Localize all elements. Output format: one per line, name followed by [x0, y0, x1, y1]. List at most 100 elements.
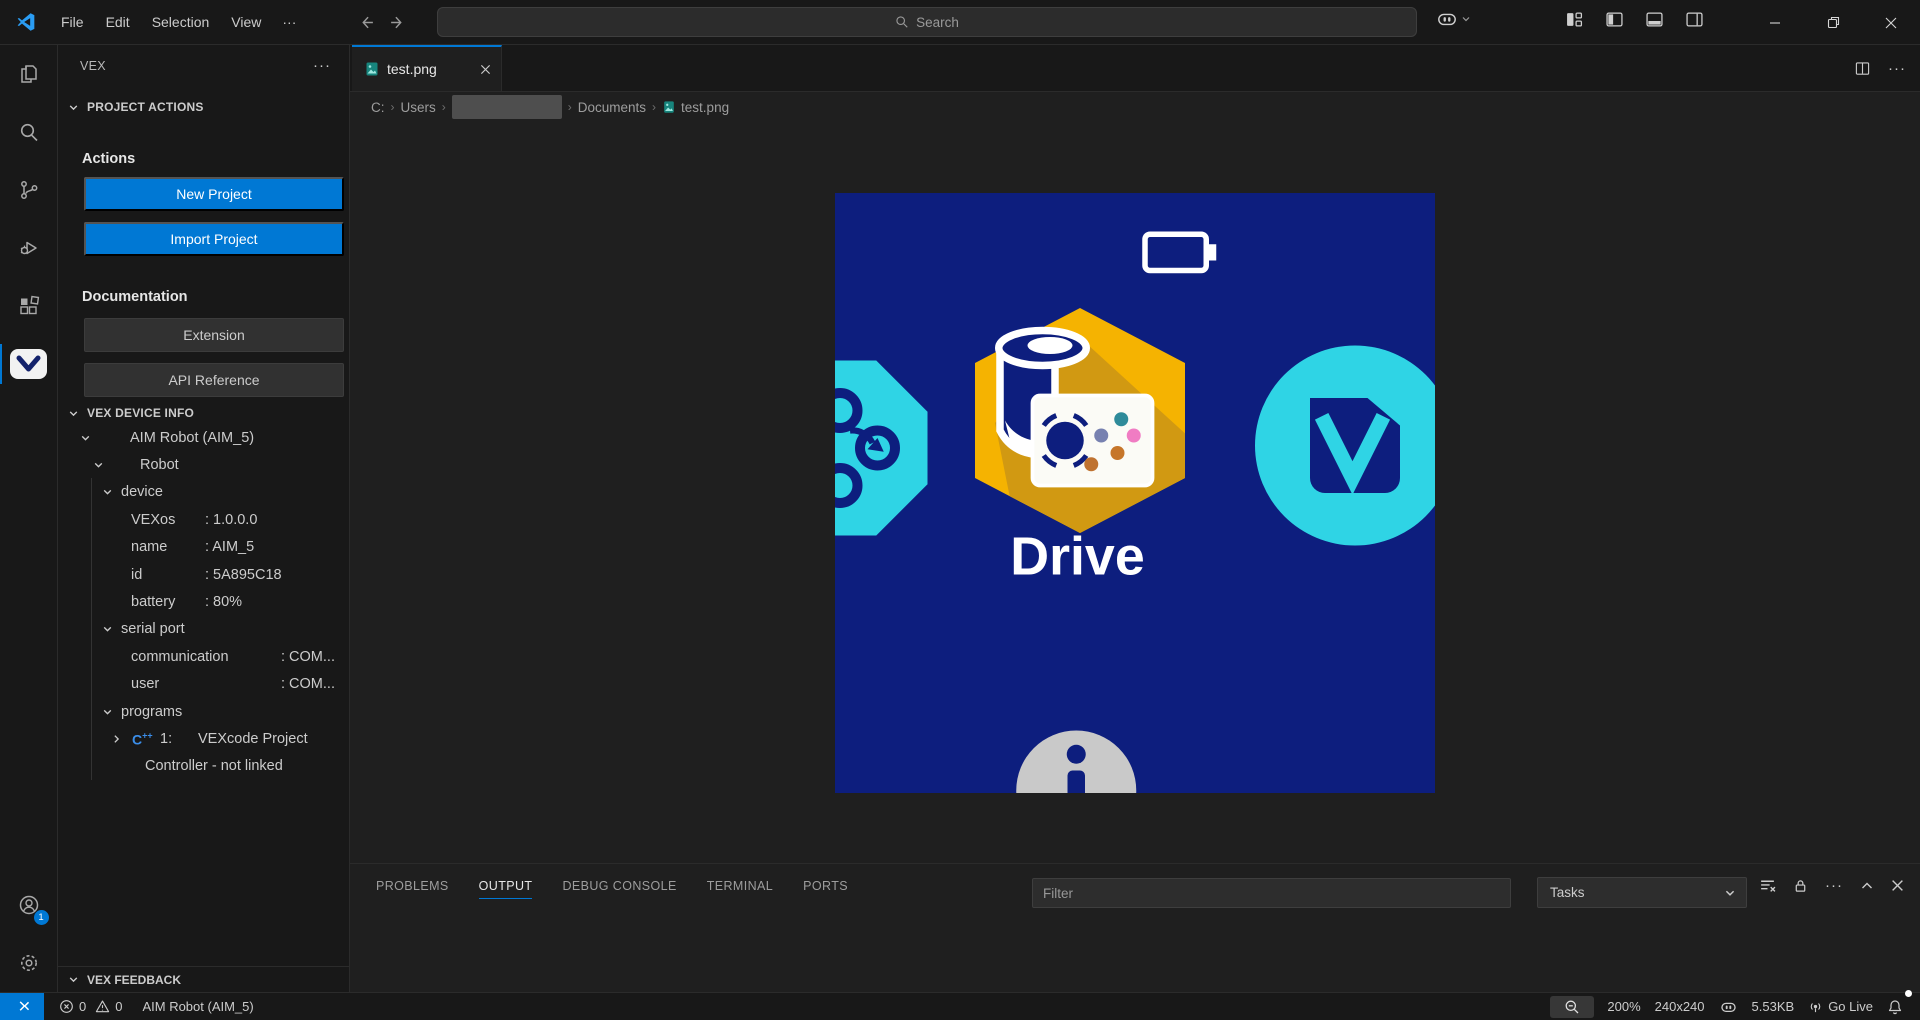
settings-button[interactable]	[0, 934, 58, 992]
panel-tab-ports[interactable]: PORTS	[803, 864, 848, 908]
chevron-down-icon[interactable]	[80, 432, 91, 443]
menu-edit[interactable]: Edit	[95, 8, 141, 36]
files-icon	[17, 62, 41, 86]
close-tab-icon[interactable]	[480, 64, 491, 75]
sidebar-item-explorer[interactable]	[0, 45, 58, 103]
menu-view[interactable]: View	[220, 8, 272, 36]
forward-arrow-icon[interactable]	[389, 14, 406, 31]
breadcrumb-text: C:	[371, 100, 385, 115]
tree-row[interactable]: serial port	[58, 616, 349, 643]
zoom-out-icon	[1564, 999, 1580, 1015]
sidebar-item-vex[interactable]	[0, 335, 58, 393]
tree-label: AIM Robot (AIM_5)	[130, 430, 254, 446]
notifications-button[interactable]	[1880, 993, 1910, 1020]
panel-tab-output[interactable]: OUTPUT	[479, 864, 533, 908]
menu-selection[interactable]: Selection	[141, 8, 221, 36]
breadcrumb-item[interactable]: Documents	[578, 100, 646, 115]
close-window-button[interactable]	[1862, 0, 1920, 45]
chevron-down-icon[interactable]	[102, 487, 113, 498]
back-arrow-icon[interactable]	[358, 14, 375, 31]
menu-file[interactable]: File	[50, 8, 95, 36]
toggle-secondary-sidebar-icon[interactable]	[1686, 11, 1703, 28]
breadcrumb-item[interactable]: test.png	[662, 100, 729, 115]
tree-row[interactable]: battery: 80%	[58, 588, 349, 615]
close-panel-icon[interactable]	[1891, 879, 1904, 892]
tree-row[interactable]: user: COM...	[58, 671, 349, 698]
panel-tab-terminal[interactable]: TERMINAL	[707, 864, 773, 908]
vex-feedback-section[interactable]: VEX FEEDBACK	[58, 966, 349, 992]
tree-row[interactable]: VEXos : 1.0.0.0	[58, 506, 349, 533]
chevron-down-icon[interactable]	[102, 706, 113, 717]
vex-sidebar: VEX ··· PROJECT ACTIONS Actions New Proj…	[58, 45, 350, 992]
minimize-button[interactable]	[1746, 0, 1804, 45]
run-and-debug-icon	[17, 236, 41, 260]
editor-more-actions-icon[interactable]: ···	[1888, 60, 1906, 77]
sidebar-item-extensions[interactable]	[0, 277, 58, 335]
project-actions-section[interactable]: PROJECT ACTIONS	[58, 95, 349, 119]
image-dimensions-status[interactable]: 240x240	[1648, 993, 1712, 1020]
lock-icon[interactable]	[1793, 878, 1808, 894]
customize-layout-icon[interactable]	[1566, 11, 1583, 28]
file-size-status[interactable]: 5.53KB	[1745, 993, 1802, 1020]
tree-row[interactable]: Robot	[58, 451, 349, 478]
copilot-icon	[1436, 9, 1458, 29]
problems-status[interactable]: 0 0	[52, 993, 129, 1020]
tree-label: id	[131, 567, 142, 583]
sidebar-more-actions[interactable]: ···	[313, 57, 331, 74]
zoom-out-button[interactable]	[1550, 996, 1594, 1018]
menu-overflow[interactable]: ···	[272, 8, 306, 36]
breadcrumb-item[interactable]: Users	[401, 100, 436, 115]
filter-input[interactable]	[1032, 878, 1511, 908]
split-editor-icon[interactable]	[1855, 61, 1870, 76]
tree-row[interactable]: C++1:VEXcode Project	[58, 725, 349, 752]
image-preview-canvas[interactable]: Drive	[350, 122, 1920, 863]
device-status[interactable]: AIM Robot (AIM_5)	[135, 993, 260, 1020]
tree-row[interactable]: device	[58, 479, 349, 506]
copilot-button[interactable]	[1436, 9, 1471, 29]
device-info-section[interactable]: VEX DEVICE INFO	[58, 401, 349, 425]
restore-button[interactable]	[1804, 0, 1862, 45]
source-control-icon	[17, 178, 41, 202]
tree-row[interactable]: programs	[58, 698, 349, 725]
remote-indicator[interactable]	[0, 993, 44, 1020]
breadcrumb-text: test.png	[681, 100, 729, 115]
chevron-down-icon[interactable]	[93, 460, 104, 471]
api-reference-button[interactable]: API Reference	[84, 363, 344, 397]
sidebar-item-source-control[interactable]	[0, 161, 58, 219]
chevron-down-icon[interactable]	[102, 624, 113, 635]
clear-output-icon[interactable]	[1759, 877, 1776, 894]
toggle-panel-icon[interactable]	[1646, 11, 1663, 28]
copilot-status[interactable]	[1712, 993, 1745, 1020]
maximize-panel-icon[interactable]	[1860, 879, 1874, 893]
panel-more-actions-icon[interactable]: ···	[1825, 877, 1843, 894]
tasks-dropdown[interactable]: Tasks	[1537, 877, 1747, 908]
tree-row[interactable]: communication: COM...	[58, 643, 349, 670]
accounts-button[interactable]: 1	[0, 876, 58, 934]
panel-tab-problems[interactable]: PROBLEMS	[376, 864, 449, 908]
zoom-level-status[interactable]: 200%	[1600, 993, 1647, 1020]
toggle-primary-sidebar-icon[interactable]	[1606, 11, 1623, 28]
tree-row[interactable]: Controller - not linked	[58, 753, 349, 780]
tree-value: : 1.0.0.0	[205, 512, 257, 528]
tree-value: : 80%	[205, 594, 242, 610]
sidebar-item-run-debug[interactable]	[0, 219, 58, 277]
go-live-button[interactable]: Go Live	[1801, 993, 1880, 1020]
title-bar: FileEditSelectionView ··· Search	[0, 0, 1920, 45]
tree-row[interactable]: name: AIM_5	[58, 534, 349, 561]
tree-row[interactable]: AIM Robot (AIM_5)	[58, 424, 349, 451]
tab-bar: test.png ···	[350, 45, 1920, 92]
program-slot: 1:	[160, 731, 172, 747]
tree-row[interactable]: id: 5A895C18	[58, 561, 349, 588]
new-project-button[interactable]: New Project	[84, 177, 344, 211]
tree-label: VEXos	[131, 512, 175, 528]
tree-label: name	[131, 539, 167, 555]
command-center-search[interactable]: Search	[437, 7, 1417, 37]
extension-docs-button[interactable]: Extension	[84, 318, 344, 352]
breadcrumb-separator-icon: ›	[441, 100, 447, 114]
panel-tab-debug-console[interactable]: DEBUG CONSOLE	[562, 864, 676, 908]
sidebar-item-search[interactable]	[0, 103, 58, 161]
import-project-button[interactable]: Import Project	[84, 222, 344, 256]
tab-test-png[interactable]: test.png	[352, 45, 502, 91]
chevron-right-icon[interactable]	[111, 733, 122, 744]
breadcrumb-item[interactable]: C:	[371, 100, 385, 115]
